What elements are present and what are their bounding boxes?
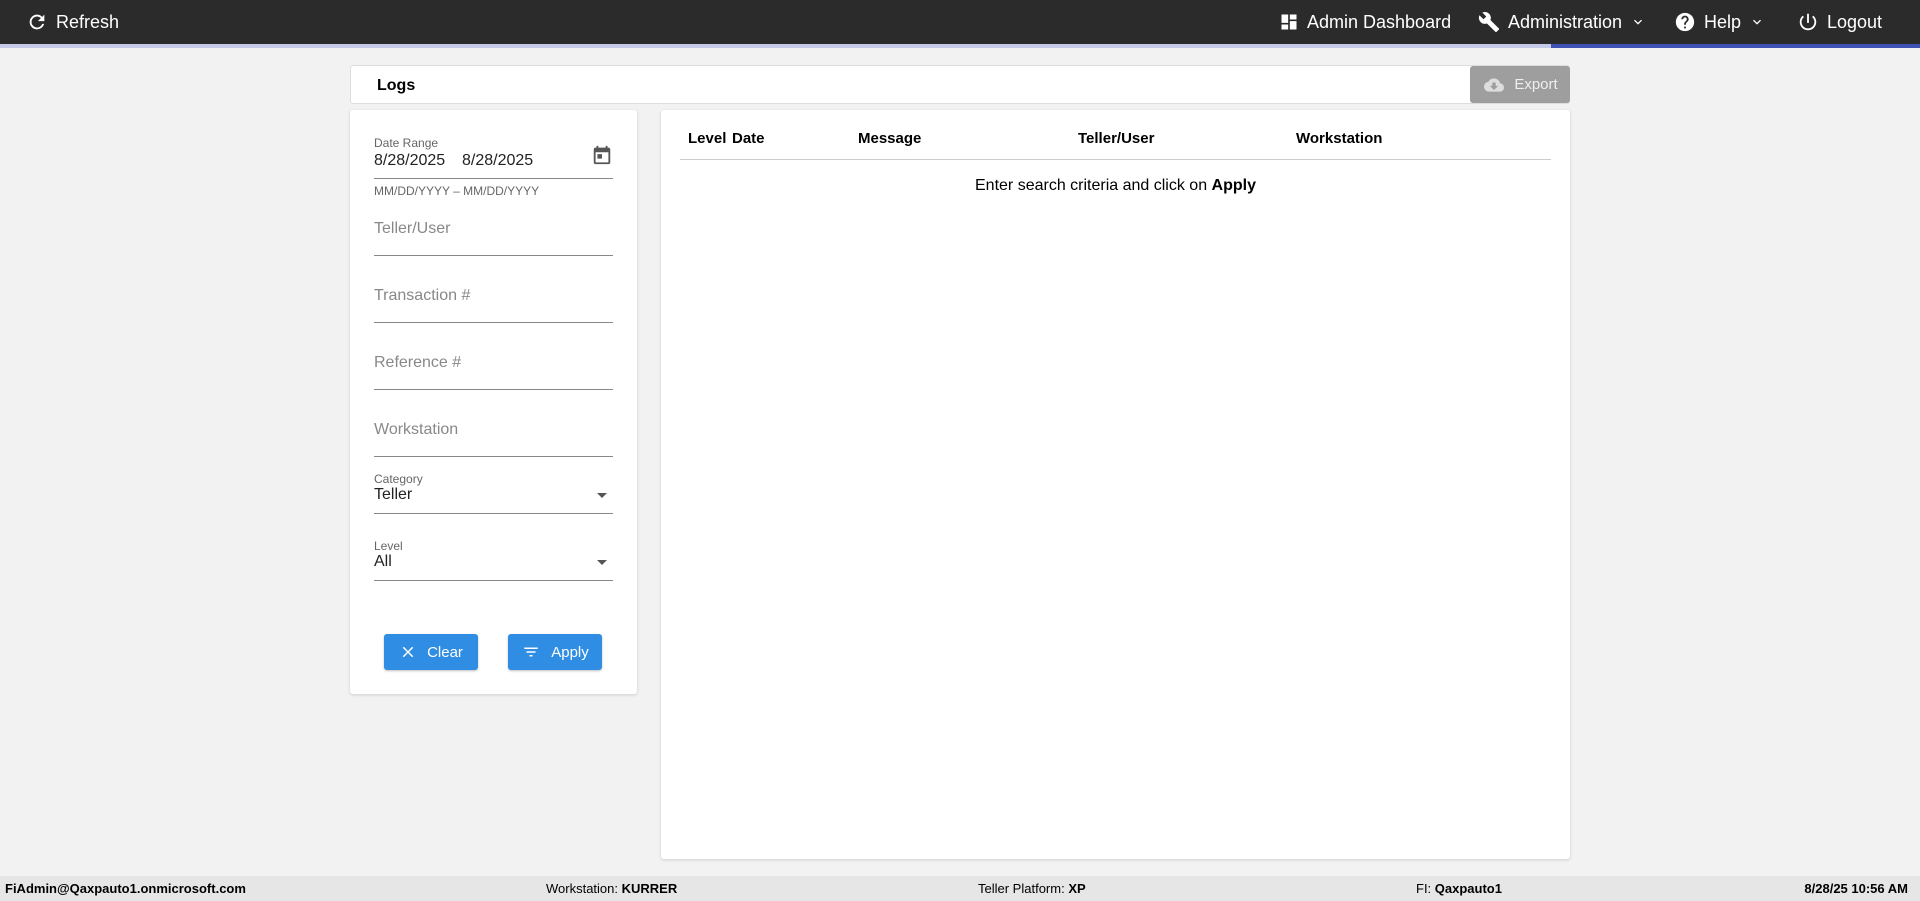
wrench-icon — [1478, 12, 1500, 33]
administration-menu[interactable]: Administration — [1478, 0, 1646, 44]
transaction-number-underline — [374, 322, 613, 323]
admin-dashboard-label: Admin Dashboard — [1307, 11, 1452, 32]
category-label: Category — [374, 472, 423, 486]
status-workstation: Workstation: KURRER — [546, 881, 678, 896]
topbar-accent-segment — [1551, 44, 1920, 48]
dropdown-arrow-icon — [597, 493, 607, 498]
cloud-download-icon — [1484, 77, 1505, 92]
workstation-input[interactable]: Workstation — [374, 421, 613, 457]
date-range-underline — [374, 178, 613, 179]
filter-icon — [524, 647, 538, 657]
refresh-button[interactable]: Refresh — [26, 0, 119, 44]
clear-label: Clear — [427, 643, 463, 661]
export-label: Export — [1514, 76, 1558, 93]
clear-button[interactable]: Clear — [384, 634, 478, 670]
chevron-down-icon — [1634, 19, 1643, 25]
empty-state-message: Enter search criteria and click on Apply — [661, 177, 1570, 195]
level-value: All — [374, 553, 392, 570]
category-underline — [374, 513, 613, 514]
date-range-field[interactable]: Date Range 8/28/2025 8/28/2025 — [374, 136, 613, 180]
filter-panel: Date Range 8/28/2025 8/28/2025 MM/DD/YYY… — [350, 110, 637, 694]
transaction-number-input[interactable]: Transaction # — [374, 287, 613, 323]
column-header-message[interactable]: Message — [858, 130, 921, 147]
date-end-input[interactable]: 8/28/2025 — [462, 152, 533, 170]
dashboard-icon — [1281, 14, 1297, 30]
results-panel: Level Date Message Teller/User Workstati… — [661, 110, 1570, 859]
status-bar: FiAdmin@Qaxpauto1.onmicrosoft.com Workst… — [0, 876, 1920, 901]
empty-state-text: Enter search criteria and click on — [975, 177, 1212, 194]
top-bar: Refresh Admin Dashboard Administration H… — [0, 0, 1920, 44]
export-button[interactable]: Export — [1470, 66, 1570, 103]
teller-user-underline — [374, 255, 613, 256]
column-header-date[interactable]: Date — [732, 130, 765, 147]
refresh-icon — [29, 14, 45, 30]
status-datetime: 8/28/25 10:56 AM — [1804, 881, 1908, 896]
reference-number-underline — [374, 389, 613, 390]
level-select[interactable]: Level All — [374, 539, 613, 583]
help-menu[interactable]: Help — [1674, 0, 1765, 44]
empty-state-action: Apply — [1211, 177, 1256, 194]
teller-user-input[interactable]: Teller/User — [374, 220, 613, 256]
admin-dashboard-button[interactable]: Admin Dashboard — [1279, 0, 1451, 44]
status-fi: FI: Qaxpauto1 — [1416, 881, 1502, 896]
logout-label: Logout — [1827, 11, 1883, 32]
calendar-icon[interactable] — [591, 144, 613, 166]
column-header-teller-user[interactable]: Teller/User — [1078, 130, 1154, 147]
level-underline — [374, 580, 613, 581]
help-icon — [1675, 12, 1695, 32]
topbar-accent-line — [0, 44, 1920, 48]
category-value: Teller — [374, 486, 413, 503]
dropdown-arrow-icon — [597, 560, 607, 565]
level-label: Level — [374, 539, 403, 553]
status-user: FiAdmin@Qaxpauto1.onmicrosoft.com — [5, 881, 246, 896]
help-label: Help — [1704, 11, 1742, 32]
date-range-label: Date Range — [374, 136, 439, 150]
workstation-underline — [374, 456, 613, 457]
date-start-input[interactable]: 8/28/2025 — [374, 152, 445, 170]
close-icon — [402, 646, 414, 658]
column-header-level[interactable]: Level — [688, 130, 726, 147]
reference-number-input[interactable]: Reference # — [374, 354, 613, 390]
status-teller-platform: Teller Platform: XP — [978, 881, 1086, 896]
apply-label: Apply — [551, 643, 589, 661]
administration-label: Administration — [1508, 11, 1623, 32]
chevron-down-icon — [1753, 19, 1762, 25]
refresh-label: Refresh — [56, 11, 120, 32]
transaction-number-placeholder: Transaction # — [374, 287, 471, 304]
date-format-hint: MM/DD/YYYY – MM/DD/YYYY — [374, 184, 540, 198]
power-icon — [1799, 13, 1817, 31]
page-title: Logs — [377, 77, 416, 94]
logout-button[interactable]: Logout — [1797, 0, 1882, 44]
teller-user-placeholder: Teller/User — [374, 220, 451, 237]
reference-number-placeholder: Reference # — [374, 354, 462, 371]
logs-header: Logs — [350, 65, 1570, 104]
column-header-workstation[interactable]: Workstation — [1296, 130, 1382, 147]
workstation-placeholder: Workstation — [374, 421, 459, 438]
table-header-divider — [680, 159, 1551, 160]
category-select[interactable]: Category Teller — [374, 472, 613, 516]
apply-button[interactable]: Apply — [508, 634, 602, 670]
